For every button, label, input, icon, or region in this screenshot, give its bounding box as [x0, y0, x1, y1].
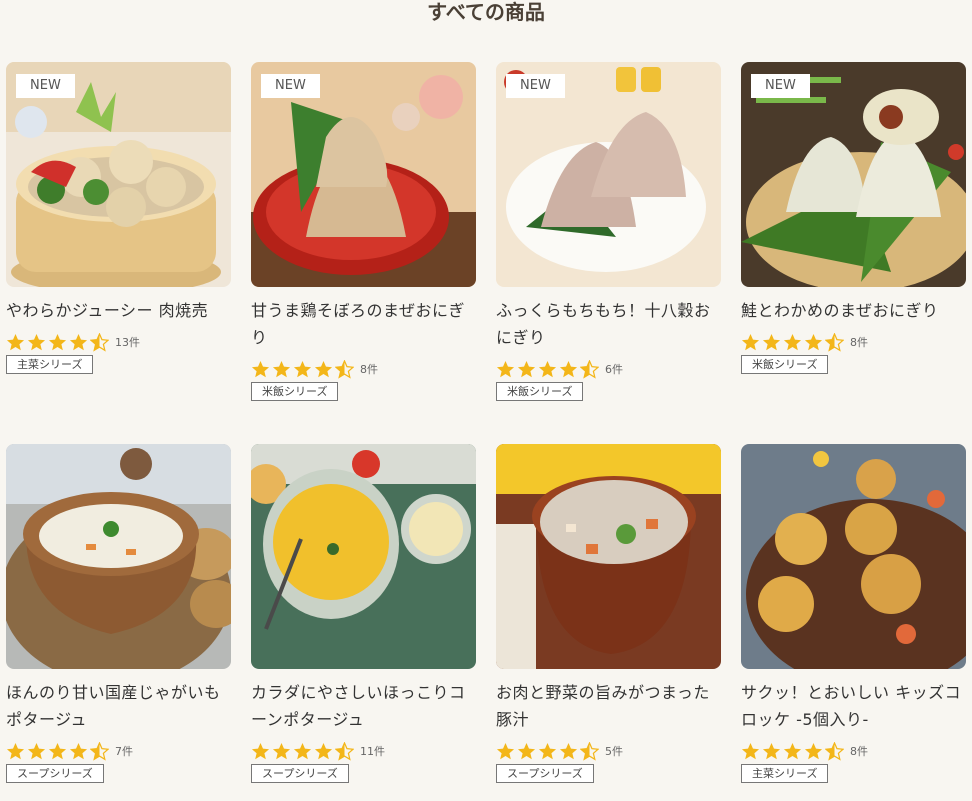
star-full-icon	[804, 742, 823, 759]
rating: 5件	[496, 741, 721, 761]
new-badge: NEW	[16, 74, 75, 98]
product-image[interactable]	[741, 444, 966, 669]
rating: 7件	[6, 741, 231, 761]
product-name[interactable]: ふっくらもちもち！十八穀おにぎり	[496, 297, 721, 351]
star-full-icon	[741, 742, 760, 759]
product-card-croquette[interactable]: サクッ！とおいしい キッズコロッケ -5個入り- 8件 主菜シリーズ	[741, 444, 966, 783]
star-full-icon	[293, 742, 312, 759]
star-full-icon	[538, 360, 557, 377]
star-full-icon	[559, 742, 578, 759]
star-half-icon	[90, 332, 109, 352]
product-name[interactable]: お肉と野菜の旨みがつまった豚汁	[496, 679, 721, 733]
product-name[interactable]: やわらかジューシー 肉焼売	[6, 297, 231, 324]
product-card-potato-soup[interactable]: ほんのり甘い国産じゃがいもポタージュ 7件 スープシリーズ	[6, 444, 231, 783]
rating: 8件	[741, 332, 966, 352]
product-image[interactable]	[6, 444, 231, 669]
product-name[interactable]: カラダにやさしいほっこりコーンポタージュ	[251, 679, 476, 733]
star-full-icon	[69, 742, 88, 759]
series-tag[interactable]: 主菜シリーズ	[6, 355, 94, 374]
star-full-icon	[559, 360, 578, 377]
star-full-icon	[783, 742, 802, 759]
product-name[interactable]: ほんのり甘い国産じゃがいもポタージュ	[6, 679, 231, 733]
rating: 8件	[251, 359, 476, 379]
review-count: 8件	[850, 336, 868, 349]
star-full-icon	[314, 360, 333, 377]
star-full-icon	[517, 360, 536, 377]
review-count: 8件	[360, 363, 378, 376]
series-tag[interactable]: スープシリーズ	[251, 764, 349, 783]
star-full-icon	[6, 333, 25, 350]
star-full-icon	[804, 333, 823, 350]
product-image[interactable]: NEW	[6, 62, 231, 287]
product-image[interactable]: NEW	[496, 62, 721, 287]
star-full-icon	[517, 742, 536, 759]
star-full-icon	[48, 742, 67, 759]
review-count: 11件	[360, 745, 385, 758]
new-badge: NEW	[751, 74, 810, 98]
star-half-icon	[335, 741, 354, 761]
series-tag[interactable]: スープシリーズ	[6, 764, 104, 783]
star-half-icon	[580, 741, 599, 761]
rating: 8件	[741, 741, 966, 761]
product-name[interactable]: サクッ！とおいしい キッズコロッケ -5個入り-	[741, 679, 966, 733]
star-half-icon	[335, 359, 354, 379]
product-name[interactable]: 鮭とわかめのまぜおにぎり	[741, 297, 966, 324]
new-badge: NEW	[506, 74, 565, 98]
star-full-icon	[314, 742, 333, 759]
star-full-icon	[293, 360, 312, 377]
product-card-onigiri-salmon[interactable]: NEW 鮭とわかめのまぜおにぎり 8件 米飯シリーズ	[741, 62, 966, 374]
page-title: すべての商品	[427, 0, 545, 24]
rating: 13件	[6, 332, 231, 352]
series-tag[interactable]: 主菜シリーズ	[741, 764, 829, 783]
star-full-icon	[762, 742, 781, 759]
product-name[interactable]: 甘うま鶏そぼろのまぜおにぎり	[251, 297, 476, 351]
star-full-icon	[48, 333, 67, 350]
product-card-shumai[interactable]: NEW やわらかジューシー 肉焼売 13件 主菜シリーズ	[6, 62, 231, 374]
product-card-onigiri-soboro[interactable]: NEW 甘うま鶏そぼろのまぜおにぎり 8件 米飯シリーズ	[251, 62, 476, 401]
product-card-tonjiru[interactable]: お肉と野菜の旨みがつまった豚汁 5件 スープシリーズ	[496, 444, 721, 783]
product-image[interactable]	[251, 444, 476, 669]
review-count: 13件	[115, 336, 140, 349]
series-tag[interactable]: 米飯シリーズ	[741, 355, 829, 374]
series-tag[interactable]: 米飯シリーズ	[496, 382, 584, 401]
review-count: 6件	[605, 363, 623, 376]
star-full-icon	[251, 742, 270, 759]
star-full-icon	[496, 742, 515, 759]
star-full-icon	[69, 333, 88, 350]
star-full-icon	[762, 333, 781, 350]
series-tag[interactable]: スープシリーズ	[496, 764, 594, 783]
product-card-corn-soup[interactable]: カラダにやさしいほっこりコーンポタージュ 11件 スープシリーズ	[251, 444, 476, 783]
new-badge: NEW	[261, 74, 320, 98]
rating: 6件	[496, 359, 721, 379]
star-full-icon	[272, 742, 291, 759]
review-count: 5件	[605, 745, 623, 758]
review-count: 8件	[850, 745, 868, 758]
star-full-icon	[783, 333, 802, 350]
rating: 11件	[251, 741, 476, 761]
star-full-icon	[272, 360, 291, 377]
review-count: 7件	[115, 745, 133, 758]
star-full-icon	[27, 742, 46, 759]
star-full-icon	[741, 333, 760, 350]
series-tag[interactable]: 米飯シリーズ	[251, 382, 339, 401]
star-full-icon	[6, 742, 25, 759]
star-full-icon	[496, 360, 515, 377]
product-image[interactable]	[496, 444, 721, 669]
star-half-icon	[90, 741, 109, 761]
star-full-icon	[27, 333, 46, 350]
product-image[interactable]: NEW	[741, 62, 966, 287]
star-half-icon	[580, 359, 599, 379]
star-half-icon	[825, 741, 844, 761]
star-half-icon	[825, 332, 844, 352]
product-image[interactable]: NEW	[251, 62, 476, 287]
product-card-onigiri-18grain[interactable]: NEW ふっくらもちもち！十八穀おにぎり 6件 米飯シリーズ	[496, 62, 721, 401]
star-full-icon	[251, 360, 270, 377]
star-full-icon	[538, 742, 557, 759]
